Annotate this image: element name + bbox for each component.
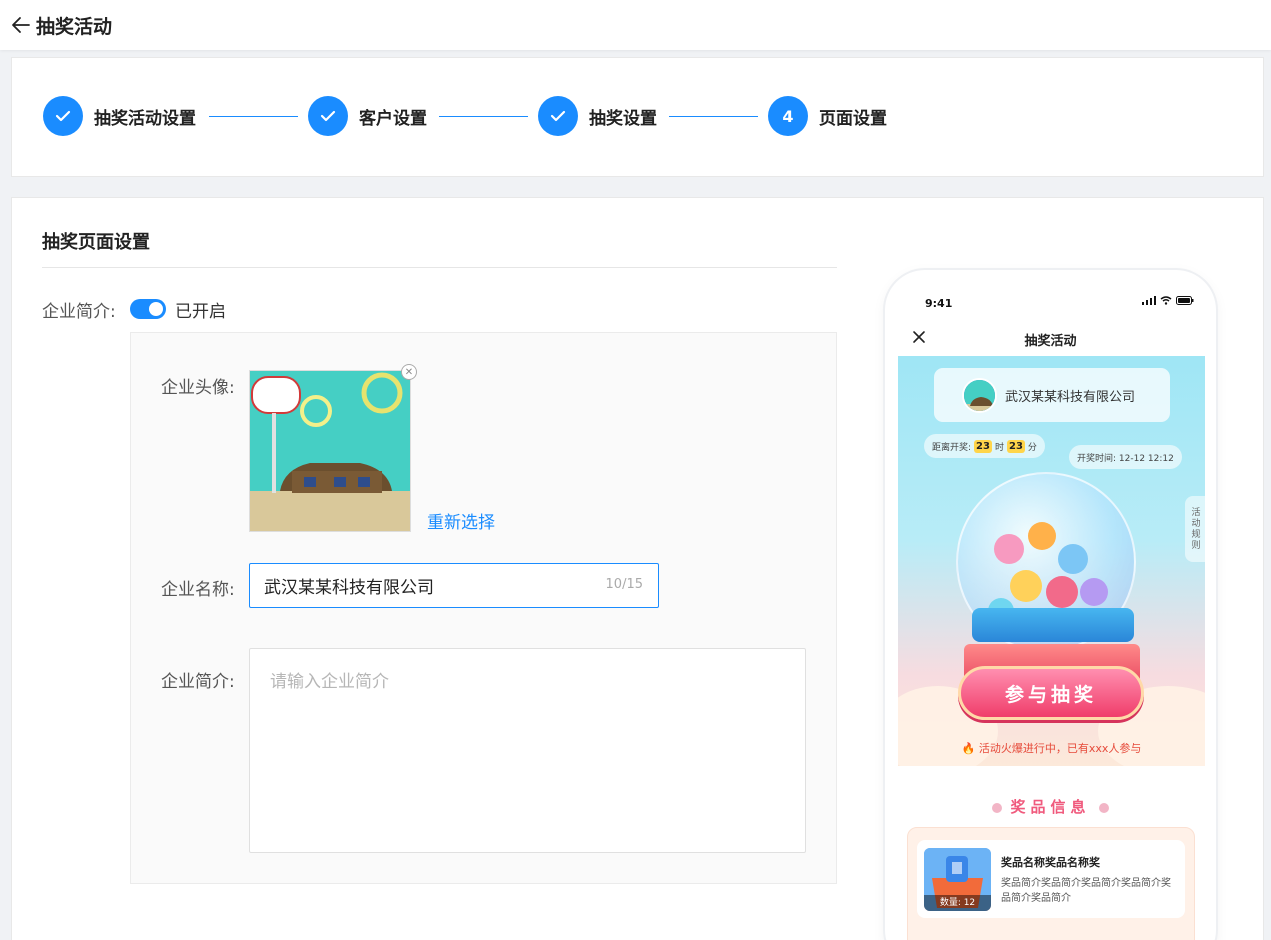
- back-arrow-icon[interactable]: [10, 14, 32, 36]
- company-name: 武汉某某科技有限公司: [1005, 389, 1136, 405]
- check-icon: [538, 96, 578, 136]
- participation-text: 🔥 活动火爆进行中，已有xxx人参与: [961, 742, 1142, 755]
- lottery-banner: 武汉某某科技有限公司 距离开奖: 23 时 23 分 开奖时间: 12-12 1…: [898, 356, 1205, 766]
- prize-image: 数量: 12: [924, 848, 991, 911]
- countdown-prefix: 距离开奖:: [932, 442, 972, 453]
- section-divider: [42, 267, 837, 268]
- countdown-minutes: 23: [1006, 439, 1025, 453]
- step-connector: [669, 116, 758, 117]
- prize-section-title: 奖品信息: [885, 796, 1216, 817]
- step-label: 抽奖活动设置: [94, 108, 196, 129]
- char-count: 10/15: [605, 577, 643, 592]
- step-connector: [209, 116, 298, 117]
- page-title: 抽奖活动: [36, 15, 113, 38]
- prize-name: 奖品名称奖品名称奖: [1001, 856, 1100, 869]
- reselect-avatar-link[interactable]: 重新选择: [427, 508, 495, 533]
- prize-title-text: 奖品信息: [1010, 798, 1091, 816]
- company-name-label: 企业名称:: [161, 580, 235, 600]
- signal-icon: [1142, 296, 1156, 305]
- ball-decoration: [1010, 570, 1042, 602]
- toggle-knob: [149, 302, 163, 316]
- globe-base: [972, 608, 1134, 642]
- battery-icon: [1176, 296, 1194, 305]
- dot-decoration: [1098, 802, 1109, 813]
- step-lottery-settings[interactable]: 抽奖设置: [538, 96, 657, 136]
- check-icon: [43, 96, 83, 136]
- company-name-value: 武汉某某科技有限公司: [264, 578, 434, 598]
- company-intro-textarea[interactable]: 请输入企业简介: [249, 648, 806, 853]
- company-avatar-image: [249, 370, 411, 532]
- avatar-label: 企业头像:: [161, 378, 235, 398]
- company-intro-toggle-label: 企业简介:: [42, 302, 116, 322]
- phone-header: 抽奖活动: [885, 322, 1216, 356]
- check-icon: [308, 96, 348, 136]
- intro-placeholder: 请输入企业简介: [270, 672, 389, 692]
- draw-time: 开奖时间: 12-12 12:12: [1069, 445, 1182, 469]
- ball-decoration: [1028, 522, 1056, 550]
- steps-card: 抽奖活动设置 客户设置 抽奖设置 4 页面设置: [11, 57, 1264, 177]
- company-intro-toggle[interactable]: [130, 299, 166, 319]
- company-intro-label: 企业简介:: [161, 672, 235, 692]
- minutes-unit: 分: [1027, 442, 1037, 453]
- ball-decoration: [1046, 576, 1078, 608]
- company-name-input[interactable]: 武汉某某科技有限公司 10/15: [249, 563, 659, 608]
- ball-decoration: [1080, 578, 1108, 606]
- prize-list: 数量: 12 奖品名称奖品名称奖 奖品简介奖品简介奖品简介奖品简介奖品简介奖品简…: [907, 827, 1195, 940]
- step-number: 4: [768, 96, 808, 136]
- phone-title: 抽奖活动: [1024, 333, 1077, 349]
- step-customer-settings[interactable]: 客户设置: [308, 96, 427, 136]
- company-chip: 武汉某某科技有限公司: [934, 368, 1170, 422]
- wifi-icon: [1160, 296, 1172, 305]
- countdown-hours: 23: [974, 439, 992, 453]
- ball-decoration: [1058, 544, 1088, 574]
- step-label: 页面设置: [819, 108, 887, 129]
- rules-tab[interactable]: 活动规则: [1185, 496, 1205, 562]
- step-label: 客户设置: [359, 108, 427, 129]
- ball-decoration: [994, 534, 1024, 564]
- countdown: 距离开奖: 23 时 23 分: [924, 434, 1045, 458]
- hours-unit: 时: [994, 442, 1004, 453]
- step-activity-settings[interactable]: 抽奖活动设置: [43, 96, 196, 136]
- prize-quantity: 数量: 12: [924, 895, 991, 911]
- prize-description: 奖品简介奖品简介奖品简介奖品简介奖品简介奖品简介: [1001, 878, 1171, 904]
- join-lottery-button[interactable]: 参与抽奖: [958, 666, 1144, 720]
- step-page-settings[interactable]: 4 页面设置: [768, 96, 887, 136]
- status-time: 9:41: [925, 297, 953, 310]
- dot-decoration: [992, 802, 1003, 813]
- step-connector: [439, 116, 528, 117]
- top-bar: 抽奖活动: [0, 0, 1271, 50]
- section-title: 抽奖页面设置: [42, 232, 150, 253]
- prize-card[interactable]: 数量: 12 奖品名称奖品名称奖 奖品简介奖品简介奖品简介奖品简介奖品简介奖品简…: [917, 840, 1185, 918]
- status-icons: [1142, 296, 1194, 305]
- company-info-panel: 企业头像: ✕ 重新选择 企业名称: 武汉某某科技有限公司 10/15 企业简介…: [130, 332, 837, 884]
- toggle-status-text: 已开启: [175, 302, 226, 322]
- phone-preview: 9:41 抽奖活动 武汉某某科技有限公司 距离开奖: 23 时 23 分 开奖时…: [885, 270, 1216, 940]
- step-label: 抽奖设置: [589, 108, 657, 129]
- remove-avatar-icon[interactable]: ✕: [401, 364, 417, 380]
- company-logo: [962, 377, 997, 413]
